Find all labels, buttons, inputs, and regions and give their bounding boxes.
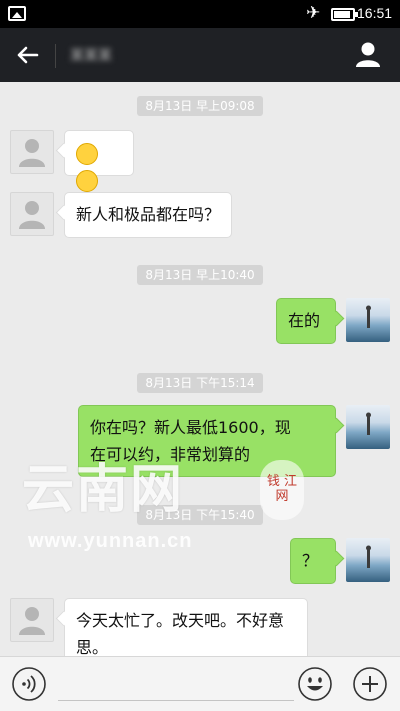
message-text: ？: [302, 551, 319, 570]
status-bar: ✈ 16:51: [0, 0, 400, 28]
contact-avatar[interactable]: [10, 598, 54, 642]
message-list[interactable]: 8月13日 早上09:08 新人和极品都在吗？ 8月13日 早上10:40 在的…: [0, 82, 400, 656]
message-text-line: 今天太忙了。改天吧。不好意: [76, 611, 285, 630]
clock: 16:51: [357, 5, 393, 21]
my-avatar[interactable]: [346, 298, 390, 342]
message-bubble-incoming[interactable]: 今天太忙了。改天吧。不好意 思。: [64, 598, 308, 656]
my-avatar[interactable]: [346, 405, 390, 449]
message-bubble-outgoing[interactable]: ？: [290, 538, 336, 584]
timestamp: 8月13日 早上10:40: [0, 264, 400, 285]
chat-header: 某某某: [0, 28, 400, 82]
profile-icon[interactable]: [350, 37, 386, 73]
message-text: 新人和极品都在吗？: [76, 205, 221, 224]
message-input[interactable]: [58, 667, 294, 701]
back-arrow-icon[interactable]: [10, 37, 46, 73]
emoji-button-icon[interactable]: [296, 665, 334, 703]
contact-avatar[interactable]: [10, 130, 54, 174]
timestamp: 8月13日 下午15:14: [0, 372, 400, 393]
header-divider: [55, 44, 56, 68]
default-avatar-icon: [19, 139, 45, 167]
message-bubble-incoming[interactable]: 新人和极品都在吗？: [64, 192, 233, 238]
smile-emoji-icon: [76, 169, 98, 192]
timestamp: 8月13日 早上09:08: [0, 95, 400, 116]
message-text-line: 思。: [76, 638, 109, 656]
voice-input-icon[interactable]: [10, 665, 48, 703]
self-portrait-image: [366, 305, 371, 328]
message-bubble-incoming[interactable]: [64, 130, 134, 192]
self-portrait-image: [366, 412, 371, 435]
message-text-line: 在可以约，非常划算的: [90, 445, 251, 464]
more-options-icon[interactable]: [351, 665, 389, 703]
battery-level: [334, 11, 350, 18]
airplane-icon: ✈: [306, 3, 321, 23]
contact-avatar[interactable]: [10, 192, 54, 236]
battery-icon: [331, 8, 358, 21]
message-text: 在的: [288, 311, 321, 330]
message-bubble-outgoing[interactable]: 你在吗？新人最低1600，现 在可以约，非常划算的: [78, 405, 336, 477]
default-avatar-icon: [19, 607, 45, 635]
smile-emoji-icon: [76, 142, 98, 165]
message-text-line: 你在吗？新人最低1600，现: [90, 418, 291, 437]
timestamp: 8月13日 下午15:40: [0, 504, 400, 525]
self-portrait-image: [366, 545, 371, 568]
my-avatar[interactable]: [346, 538, 390, 582]
gallery-icon: [8, 6, 26, 21]
default-avatar-icon: [19, 201, 45, 229]
contact-name: 某某某: [70, 48, 112, 64]
input-bar: [0, 656, 400, 711]
message-bubble-outgoing[interactable]: 在的: [276, 298, 336, 344]
